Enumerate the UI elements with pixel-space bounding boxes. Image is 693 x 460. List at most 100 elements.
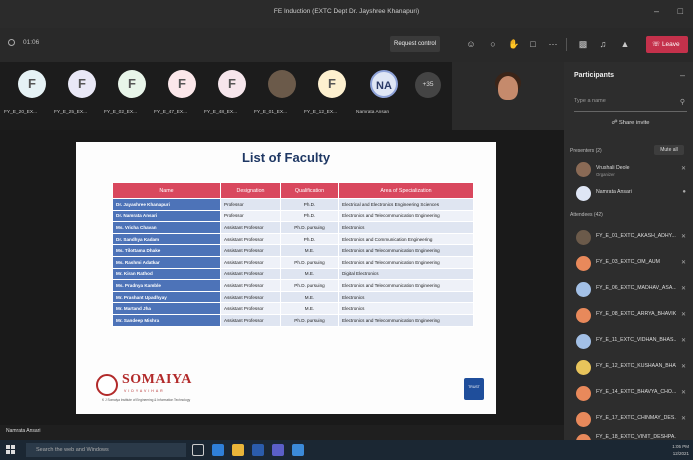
app-icon[interactable]: [292, 444, 304, 456]
trust-logo: TRUST: [464, 378, 484, 400]
participant-list-item[interactable]: Vrushali Deole Organizer ✕: [568, 160, 690, 180]
system-tray[interactable]: 1:05 PM 12/2021: [672, 443, 689, 457]
camera-icon[interactable]: ▩: [578, 39, 588, 49]
participant-avatar: F: [18, 70, 46, 98]
slide-title: List of Faculty: [241, 150, 331, 165]
participant-name: Vrushali Deole: [596, 165, 630, 171]
mic-muted-icon: ✕: [680, 338, 686, 344]
cell-specialization: Electronics: [338, 290, 474, 304]
cell-name: Mr. Sandeep Mishra: [112, 313, 221, 327]
participant-avatar: F: [118, 70, 146, 98]
participant-tile[interactable]: F FY_E_12_EX...: [300, 62, 360, 130]
somaiya-logo: SOMAIYA VIDYAVIHAR K J Somaiya Institute…: [96, 372, 246, 404]
mic-muted-icon: ✕: [680, 286, 686, 292]
presentation-slide: List of Faculty Name Designation Qualifi…: [76, 142, 496, 414]
raise-hand-icon[interactable]: ✋: [508, 39, 519, 49]
attendees-section-label[interactable]: Attendees (42): [570, 212, 603, 218]
participant-list-item[interactable]: FY_E_18_EXTC_VINIT_DESHPA...: [568, 432, 690, 440]
file-explorer-icon[interactable]: [232, 444, 244, 456]
participant-avatar: F: [68, 70, 96, 98]
participant-search-input[interactable]: Type a name ⚲: [574, 98, 687, 112]
participant-list-item[interactable]: Namrata Ansari ●: [568, 184, 690, 204]
participant-name: FY_E_14_EXTC_BHAVYA_CHO...: [596, 389, 676, 395]
edge-icon[interactable]: [212, 444, 224, 456]
windows-start-icon[interactable]: [6, 445, 16, 455]
cell-name: Dr. Sandhya Kadam: [112, 232, 221, 246]
participant-avatar: F: [218, 70, 246, 98]
cell-qualification: M.E.: [280, 302, 339, 315]
people-icon[interactable]: ☺: [466, 39, 476, 49]
participant-list-item[interactable]: FY_E_12_EXTC_KUSHAAN_BHAT ✕: [568, 358, 690, 378]
mute-all-button[interactable]: Mute all: [654, 145, 684, 155]
cell-qualification: Ph.D. pursuing: [280, 221, 339, 234]
cell-name: Mr. Kiran Rathod: [112, 267, 221, 281]
participant-list-item[interactable]: FY_E_03_EXTC_OM_AUM ✕: [568, 254, 690, 274]
avatar: [576, 230, 591, 245]
cell-specialization: Electronics and Telecommunication Engine…: [338, 255, 474, 269]
participant-name: FY_E_17_EXTC_CHINMAY_DES...: [596, 415, 676, 421]
avatar: [576, 412, 591, 427]
taskbar-search-input[interactable]: Search the web and Windows: [26, 443, 186, 457]
mic-muted-icon: ✕: [680, 416, 686, 422]
cell-qualification: M.E.: [280, 290, 339, 304]
participant-name: FY_E_12_EXTC_KUSHAAN_BHAT: [596, 363, 676, 369]
toolbar-divider: [566, 38, 567, 51]
column-header: Qualification: [280, 182, 339, 199]
cell-designation: Assistant Professor: [220, 255, 281, 269]
presenters-section-label[interactable]: Presenters (2): [570, 148, 602, 154]
cell-name: Dr. Namrata Ansari: [112, 209, 221, 223]
share-screen-icon[interactable]: ▲: [620, 39, 630, 49]
minimize-button[interactable]: –: [654, 6, 659, 16]
cell-designation: Assistant Professor: [220, 279, 281, 292]
clock-date: 12/2021: [672, 451, 689, 456]
participant-list-item[interactable]: FY_E_01_EXTC_AKASH_ADHY... ✕: [568, 228, 690, 248]
search-placeholder: Type a name: [574, 98, 606, 104]
share-invite-button[interactable]: ☍ Share invite: [574, 120, 687, 134]
mic-icon: ●: [682, 189, 686, 195]
cell-qualification: M.E.: [280, 244, 339, 257]
participant-list-item[interactable]: FY_E_11_EXTC_VIDHAN_BHAS... ✕: [568, 332, 690, 352]
rooms-icon[interactable]: □: [528, 39, 538, 49]
cell-qualification: M.E.: [280, 267, 339, 281]
chat-icon[interactable]: ○: [488, 39, 498, 49]
column-header: Area of Specialization: [338, 182, 474, 199]
maximize-button[interactable]: □: [678, 6, 683, 16]
windows-taskbar: Search the web and Windows 1:05 PM 12/20…: [0, 440, 693, 460]
cell-qualification: Ph.D.: [280, 209, 339, 223]
table-row: Ms. Tilottama Dhake Assistant Professor M.…: [112, 244, 474, 257]
cell-specialization: Electronics and Communication Engineerin…: [338, 232, 474, 246]
participants-panel: Participants – Type a name ⚲ ☍ Share inv…: [564, 62, 693, 440]
video-tile[interactable]: [452, 62, 564, 130]
avatar: [576, 282, 591, 297]
cell-qualification: Ph.D. pursuing: [280, 313, 339, 327]
cell-designation: Professor: [220, 209, 281, 223]
participant-avatar: F: [318, 70, 346, 98]
leave-button[interactable]: ☏ Leave: [646, 36, 688, 53]
mic-icon[interactable]: ♫: [598, 39, 608, 49]
table-header-row: Name Designation Qualification Area of S…: [112, 182, 474, 199]
participant-video-face: [498, 76, 518, 100]
mic-muted-icon: ✕: [680, 260, 686, 266]
more-actions-icon[interactable]: ⋯: [548, 39, 558, 49]
word-icon[interactable]: [252, 444, 264, 456]
institute-name: K J Somaiya Institute of Engineering & I…: [102, 398, 191, 402]
participant-list-item[interactable]: FY_E_06_EXTC_MADHAV_ASA... ✕: [568, 280, 690, 300]
mic-muted-icon: ✕: [680, 312, 686, 318]
participant-list-item[interactable]: FY_E_14_EXTC_BHAVYA_CHO... ✕: [568, 384, 690, 404]
search-icon: ⚲: [679, 99, 685, 106]
participant-name: FY_E_06_EXTC_MADHAV_ASA...: [596, 285, 676, 291]
participant-list-item[interactable]: FY_E_17_EXTC_CHINMAY_DES... ✕: [568, 410, 690, 430]
participant-tile[interactable]: NA Namrata Ansari: [352, 62, 412, 130]
participant-list-item[interactable]: FY_E_08_EXTC_ARRYA_BHAVIK ✕: [568, 306, 690, 326]
request-control-button[interactable]: Request control: [390, 36, 440, 52]
teams-icon[interactable]: [272, 444, 284, 456]
more-participants-badge[interactable]: +35: [415, 72, 441, 98]
cell-name: Ms. Pradnya Kamble: [112, 279, 221, 292]
cell-designation: Assistant Professor: [220, 244, 281, 257]
cell-designation: Assistant Professor: [220, 290, 281, 304]
task-view-icon[interactable]: [192, 444, 204, 456]
close-panel-icon[interactable]: –: [680, 70, 685, 80]
participant-name: FY_E_08_EXTC_ARRYA_BHAVIK: [596, 311, 676, 317]
mic-muted-icon: ✕: [680, 166, 686, 172]
faculty-table: Name Designation Qualification Area of S…: [112, 182, 474, 327]
